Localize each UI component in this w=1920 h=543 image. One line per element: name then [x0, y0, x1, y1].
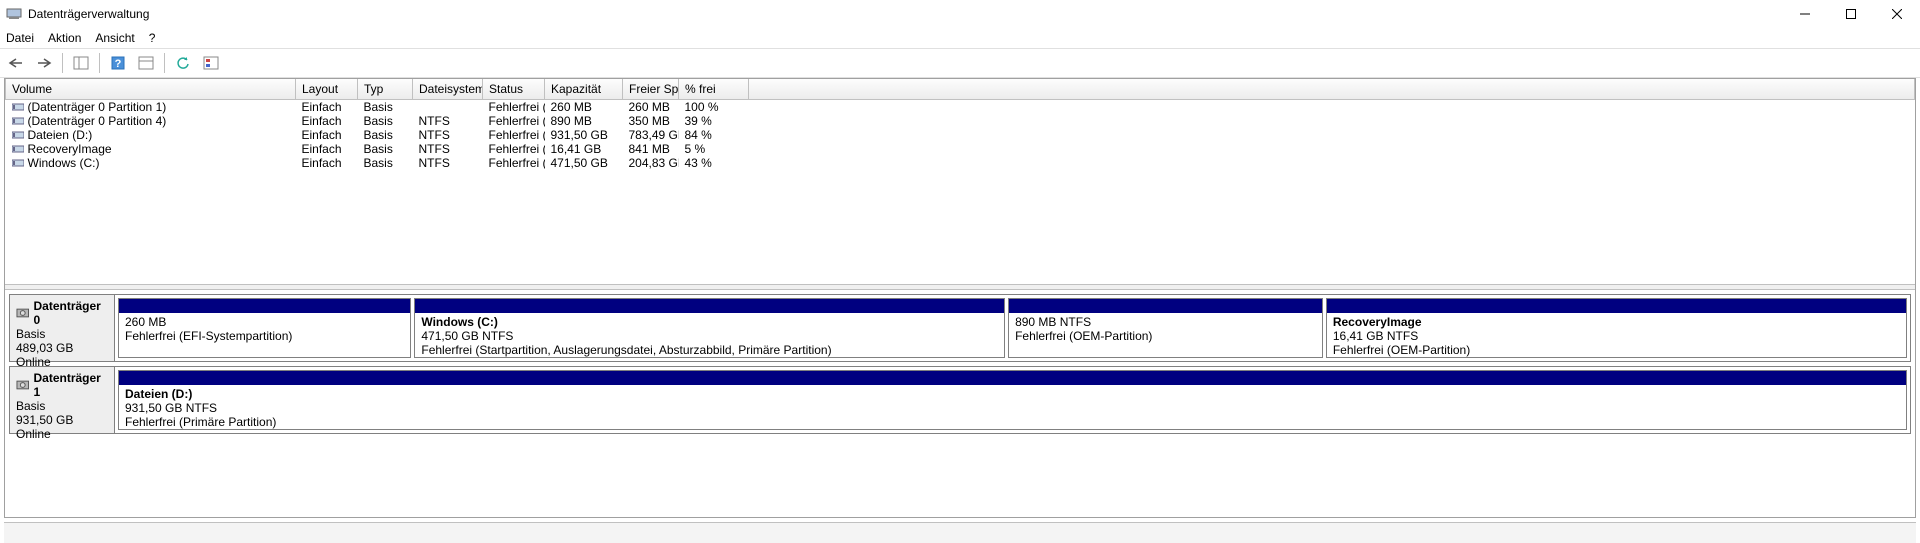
statusbar [4, 522, 1916, 543]
column-header[interactable]: Dateisystem [413, 79, 483, 100]
partition[interactable]: Windows (C:)471,50 GB NTFSFehlerfrei (St… [414, 298, 1005, 358]
partition[interactable]: 260 MBFehlerfrei (EFI-Systempartition) [118, 298, 411, 358]
disk-row: Datenträger 1Basis931,50 GBOnlineDateien… [9, 366, 1911, 434]
table-row[interactable]: Windows (C:)EinfachBasisNTFSFehlerfrei (… [6, 156, 1915, 170]
close-button[interactable] [1874, 0, 1920, 28]
column-header[interactable]: Kapazität [545, 79, 623, 100]
menubar: Datei Aktion Ansicht? [0, 28, 1920, 48]
app-icon [6, 6, 22, 22]
show-hide-console-tree-button[interactable] [69, 51, 93, 75]
titlebar: Datenträgerverwaltung [0, 0, 1920, 28]
window-title: Datenträgerverwaltung [28, 7, 149, 21]
partition[interactable]: 890 MB NTFSFehlerfrei (OEM-Partition) [1008, 298, 1323, 358]
column-header[interactable]: Volume [6, 79, 296, 100]
table-row[interactable]: RecoveryImageEinfachBasisNTFSFehlerfrei … [6, 142, 1915, 156]
volume-list-pane[interactable]: VolumeLayoutTypDateisystemStatusKapazitä… [5, 79, 1915, 284]
column-header[interactable]: Layout [296, 79, 358, 100]
nav-forward-button[interactable] [32, 51, 56, 75]
refresh-button[interactable] [171, 51, 195, 75]
table-row[interactable]: (Datenträger 0 Partition 4)EinfachBasisN… [6, 114, 1915, 128]
disk-graphical-pane[interactable]: Datenträger 0Basis489,03 GBOnline260 MBF… [5, 290, 1915, 517]
minimize-button[interactable] [1782, 0, 1828, 28]
toolbar: ? [0, 48, 1920, 78]
menu-item-3[interactable]: ? [149, 31, 156, 45]
column-header[interactable]: % frei [679, 79, 749, 100]
column-header[interactable]: Freier Sp... [623, 79, 679, 100]
partition[interactable]: Dateien (D:)931,50 GB NTFSFehlerfrei (Pr… [118, 370, 1907, 430]
menu-item-0[interactable]: Datei [6, 31, 34, 45]
nav-back-button[interactable] [4, 51, 28, 75]
table-row[interactable]: Dateien (D:)EinfachBasisNTFSFehlerfrei (… [6, 128, 1915, 142]
column-header[interactable]: Typ [358, 79, 413, 100]
svg-text:?: ? [115, 58, 122, 70]
help-button[interactable]: ? [106, 51, 130, 75]
maximize-button[interactable] [1828, 0, 1874, 28]
view-button[interactable] [199, 51, 223, 75]
disk-header[interactable]: Datenträger 0Basis489,03 GBOnline [10, 295, 115, 361]
column-header[interactable]: Status [483, 79, 545, 100]
menu-item-2[interactable]: Ansicht [95, 31, 134, 45]
menu-item-1[interactable]: Aktion [48, 31, 81, 45]
disk-row: Datenträger 0Basis489,03 GBOnline260 MBF… [9, 294, 1911, 362]
partition[interactable]: RecoveryImage16,41 GB NTFSFehlerfrei (OE… [1326, 298, 1907, 358]
disk-header[interactable]: Datenträger 1Basis931,50 GBOnline [10, 367, 115, 433]
properties-button[interactable] [134, 51, 158, 75]
table-row[interactable]: (Datenträger 0 Partition 1)EinfachBasisF… [6, 100, 1915, 115]
